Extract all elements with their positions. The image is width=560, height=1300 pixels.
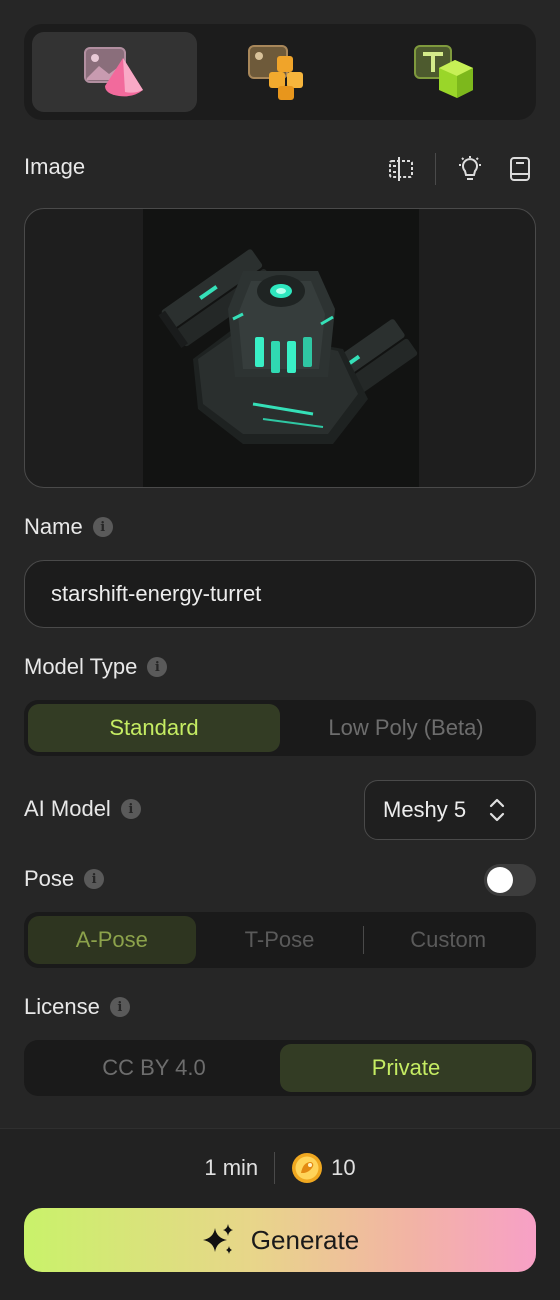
credits-coin-icon [292,1153,323,1183]
license-cc-by[interactable]: CC BY 4.0 [28,1044,280,1092]
license-private[interactable]: Private [280,1044,532,1092]
model-type-label: Model Type [24,654,138,679]
crop-compare-icon [389,157,413,181]
pose-custom[interactable]: Custom [364,916,532,964]
generate-label: Generate [250,1224,360,1255]
toolbar-divider [435,153,436,185]
tab-multi-image-to-3d[interactable] [197,32,362,112]
tab-image-to-3d[interactable] [32,32,198,112]
lightbulb-icon [459,156,481,180]
pose-section-label: Pose i [24,866,105,892]
name-label: Name [24,514,83,539]
image-section-label: Image [24,154,85,180]
license-label: License [24,994,100,1019]
estimated-time: 1 min [204,1155,259,1180]
credit-amount: 10 [331,1155,356,1180]
generate-button[interactable]: Generate [24,1208,536,1272]
pose-label: Pose [24,866,75,891]
name-input[interactable]: starshift-energy-turret [24,560,536,628]
info-icon[interactable]: i [109,997,130,1017]
name-value: starshift-energy-turret [51,581,262,606]
model-type-standard[interactable]: Standard [28,704,280,752]
ai-model-value: Meshy 5 [383,797,467,822]
book-icon [510,157,530,181]
model-type-low-poly[interactable]: Low Poly (Beta) [280,704,532,752]
toggle-knob [487,867,513,893]
info-icon[interactable]: i [147,657,168,677]
guide-button[interactable] [504,153,536,185]
image-label: Image [24,154,86,179]
ai-model-label: AI Model [24,796,111,821]
pose-a-pose[interactable]: A-Pose [28,916,196,964]
credit-cost: 10 [291,1152,356,1184]
meta-divider [274,1152,276,1184]
generation-mode-tabs [24,24,536,120]
image-to-3d-icon [83,47,143,97]
image-toolbar [385,150,536,188]
uploaded-image-preview [143,209,419,487]
generation-meta: 1 min 10 [0,1148,560,1188]
ai-model-section-label: AI Model i [24,796,141,822]
license-selector: CC BY 4.0 Private [24,1040,536,1096]
info-icon[interactable]: i [120,799,141,819]
image-upload-area[interactable] [24,208,536,488]
license-section-label: License i [24,994,130,1020]
pose-t-pose[interactable]: T-Pose [196,916,364,964]
text-to-3d-icon [414,45,474,98]
tips-button[interactable] [454,153,486,185]
pose-selector: A-Pose T-Pose Custom [24,912,536,968]
info-icon[interactable]: i [84,869,105,889]
chevron-up-down-icon [490,798,505,822]
pose-toggle[interactable] [484,864,536,896]
sparkles-icon [202,1224,233,1254]
model-type-section-label: Model Type i [24,654,168,680]
multi-image-to-3d-icon [247,45,303,100]
ai-model-select[interactable]: Meshy 5 [364,780,536,840]
compare-button[interactable] [385,153,417,185]
name-section-label: Name i [24,514,113,540]
turret-preview-image [158,249,418,444]
info-icon[interactable]: i [92,517,113,537]
model-type-selector: Standard Low Poly (Beta) [24,700,536,756]
tab-text-to-3d[interactable] [363,32,528,112]
